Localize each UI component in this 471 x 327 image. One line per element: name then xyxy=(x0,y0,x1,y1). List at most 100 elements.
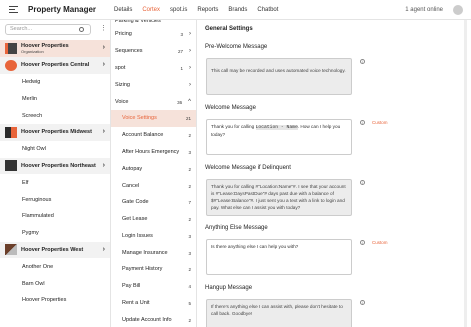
tab-cortex[interactable]: Cortex xyxy=(137,0,165,20)
category-count: 2 xyxy=(188,132,191,138)
property-group[interactable]: Hoover Properties Northeast › xyxy=(0,157,110,175)
chevron-right-icon[interactable]: › xyxy=(189,48,191,54)
property-name: Ferruginous xyxy=(0,197,110,203)
property-item[interactable]: Merlin xyxy=(0,90,110,107)
property-name: Pygmy xyxy=(0,230,110,236)
anything-else-label: Anything Else Message xyxy=(205,225,268,231)
menu-icon[interactable] xyxy=(9,6,18,14)
chevron-right-icon[interactable]: › xyxy=(103,128,105,135)
subcategory-item[interactable]: Payment History 2 xyxy=(111,261,196,278)
property-item[interactable]: Barn Owl xyxy=(0,275,110,292)
section-title: General Settings xyxy=(205,26,253,32)
hangup-field[interactable]: If there's anything else I can assist wi… xyxy=(206,299,352,327)
property-label: Hoover Properties Central xyxy=(21,62,90,69)
search-icon[interactable] xyxy=(79,27,84,32)
subcategory-item[interactable]: Update Account Info 2 xyxy=(111,312,196,327)
chevron-up-icon[interactable]: ^ xyxy=(188,99,191,105)
chevron-right-icon[interactable]: › xyxy=(103,44,105,51)
info-icon[interactable]: i xyxy=(360,300,365,305)
subcategory-item[interactable]: Rent a Unit 5 xyxy=(111,295,196,312)
category-label: Voice Settings xyxy=(122,115,157,122)
welcome-field[interactable]: Thank you for calling Location - Name. H… xyxy=(206,119,352,155)
property-label: Screech xyxy=(22,112,43,119)
category-label: Get Lease xyxy=(122,216,148,223)
property-name: Night Owl xyxy=(0,146,110,152)
tab-spot-is[interactable]: spot.is xyxy=(165,0,192,20)
subcategory-item[interactable]: Cancel 2 xyxy=(111,178,196,195)
category-item[interactable]: Voice 36 ^ xyxy=(111,94,196,111)
subcategory-item[interactable]: Autopay 2 xyxy=(111,161,196,178)
subcategory-item[interactable]: Manage Insurance 3 xyxy=(111,245,196,262)
property-logo xyxy=(5,126,17,138)
app-title: Property Manager xyxy=(28,5,97,14)
category-count: 2 xyxy=(188,183,191,189)
property-name: Hedwig xyxy=(0,79,110,85)
chevron-right-icon[interactable]: › xyxy=(103,61,105,68)
info-icon[interactable]: i xyxy=(360,120,365,125)
property-name: Flammulated xyxy=(0,213,110,219)
info-icon[interactable]: i xyxy=(360,240,365,245)
category-label: Cancel xyxy=(122,183,140,190)
property-item[interactable]: Hedwig xyxy=(0,74,110,91)
subcategory-item[interactable]: Gate Code 7 xyxy=(111,194,196,211)
hangup-label: Hangup Message xyxy=(205,285,253,291)
chevron-right-icon[interactable]: › xyxy=(189,65,191,71)
category-item[interactable]: Sequences 27 › xyxy=(111,43,196,60)
chevron-right-icon[interactable]: › xyxy=(189,31,191,37)
property-logo xyxy=(5,160,17,172)
tab-brands[interactable]: Brands xyxy=(223,0,252,20)
property-group[interactable]: Hoover Properties Midwest › xyxy=(0,123,110,141)
category-item[interactable]: spot 1 › xyxy=(111,60,196,77)
more-options-icon[interactable]: ⋮ xyxy=(100,24,107,32)
property-sublabel: Organization xyxy=(21,48,44,54)
anything-else-field[interactable]: Is there anything else I can help you wi… xyxy=(206,239,352,275)
property-name: Hoover Properties Northeast xyxy=(21,162,110,169)
category-label: Payment History xyxy=(122,266,163,273)
chevron-right-icon[interactable]: › xyxy=(103,246,105,253)
variable-chip[interactable]: Location - Name xyxy=(255,125,298,130)
tab-reports[interactable]: Reports xyxy=(192,0,223,20)
settings-panel: General Settings Pre-Welcome Message Thi… xyxy=(197,20,471,327)
property-item[interactable]: Night Owl xyxy=(0,141,110,158)
subcategory-item[interactable]: Voice Settings 21 xyxy=(111,110,196,127)
custom-badge: Custom xyxy=(372,120,388,125)
subcategory-item[interactable]: After Hours Emergency 3 xyxy=(111,144,196,161)
info-icon[interactable]: i xyxy=(360,59,365,64)
property-item[interactable]: Ferruginous xyxy=(0,191,110,208)
property-item[interactable]: Flammulated xyxy=(0,208,110,225)
chevron-right-icon[interactable]: › xyxy=(189,82,191,88)
subcategory-item[interactable]: Pay Bill 4 xyxy=(111,278,196,295)
property-item[interactable]: Screech xyxy=(0,107,110,124)
property-group[interactable]: Hoover Properties West › xyxy=(0,241,110,259)
property-item[interactable]: Elf xyxy=(0,174,110,191)
tab-chatbot[interactable]: Chatbot xyxy=(252,0,283,20)
category-label: Rent a Unit xyxy=(122,300,150,307)
property-name: Hoover Properties Organization xyxy=(21,43,110,54)
subcategory-item[interactable]: Account Balance 2 xyxy=(111,127,196,144)
subcategory-item[interactable]: Login Issues 3 xyxy=(111,228,196,245)
info-icon[interactable]: i xyxy=(360,180,365,185)
category-count: 4 xyxy=(188,283,191,289)
scrollbar[interactable] xyxy=(464,20,467,327)
category-count: 3 xyxy=(188,250,191,256)
category-item[interactable]: Pricing 3 › xyxy=(111,26,196,43)
property-group[interactable]: Hoover Properties Central › xyxy=(0,56,110,74)
property-name: Hoover Properties Midwest xyxy=(21,129,110,135)
property-item[interactable]: Hoover Properties xyxy=(0,292,110,309)
subcategory-item[interactable]: Get Lease 2 xyxy=(111,211,196,228)
category-label: Pay Bill xyxy=(122,283,141,290)
avatar[interactable] xyxy=(453,5,463,15)
property-name: Hoover Properties Central xyxy=(21,62,110,69)
pre-welcome-field[interactable]: This call may be recorded and uses autom… xyxy=(206,58,352,95)
property-list: Hoover Properties Organization › Hoover Pro… xyxy=(0,40,110,309)
property-item[interactable]: Pygmy xyxy=(0,225,110,242)
property-item[interactable]: Another One xyxy=(0,258,110,275)
property-label: Hoover Properties Northeast xyxy=(21,162,96,169)
category-label: Update Account Info xyxy=(122,317,172,324)
category-count: 21 xyxy=(185,115,191,121)
welcome-delinquent-field[interactable]: Thank you for calling #"Location:Name"#.… xyxy=(206,179,352,216)
tab-details[interactable]: Details xyxy=(109,0,137,20)
property-group[interactable]: Hoover Properties Organization › xyxy=(0,40,110,57)
chevron-right-icon[interactable]: › xyxy=(103,162,105,169)
category-item[interactable]: Sizing › xyxy=(111,77,196,94)
